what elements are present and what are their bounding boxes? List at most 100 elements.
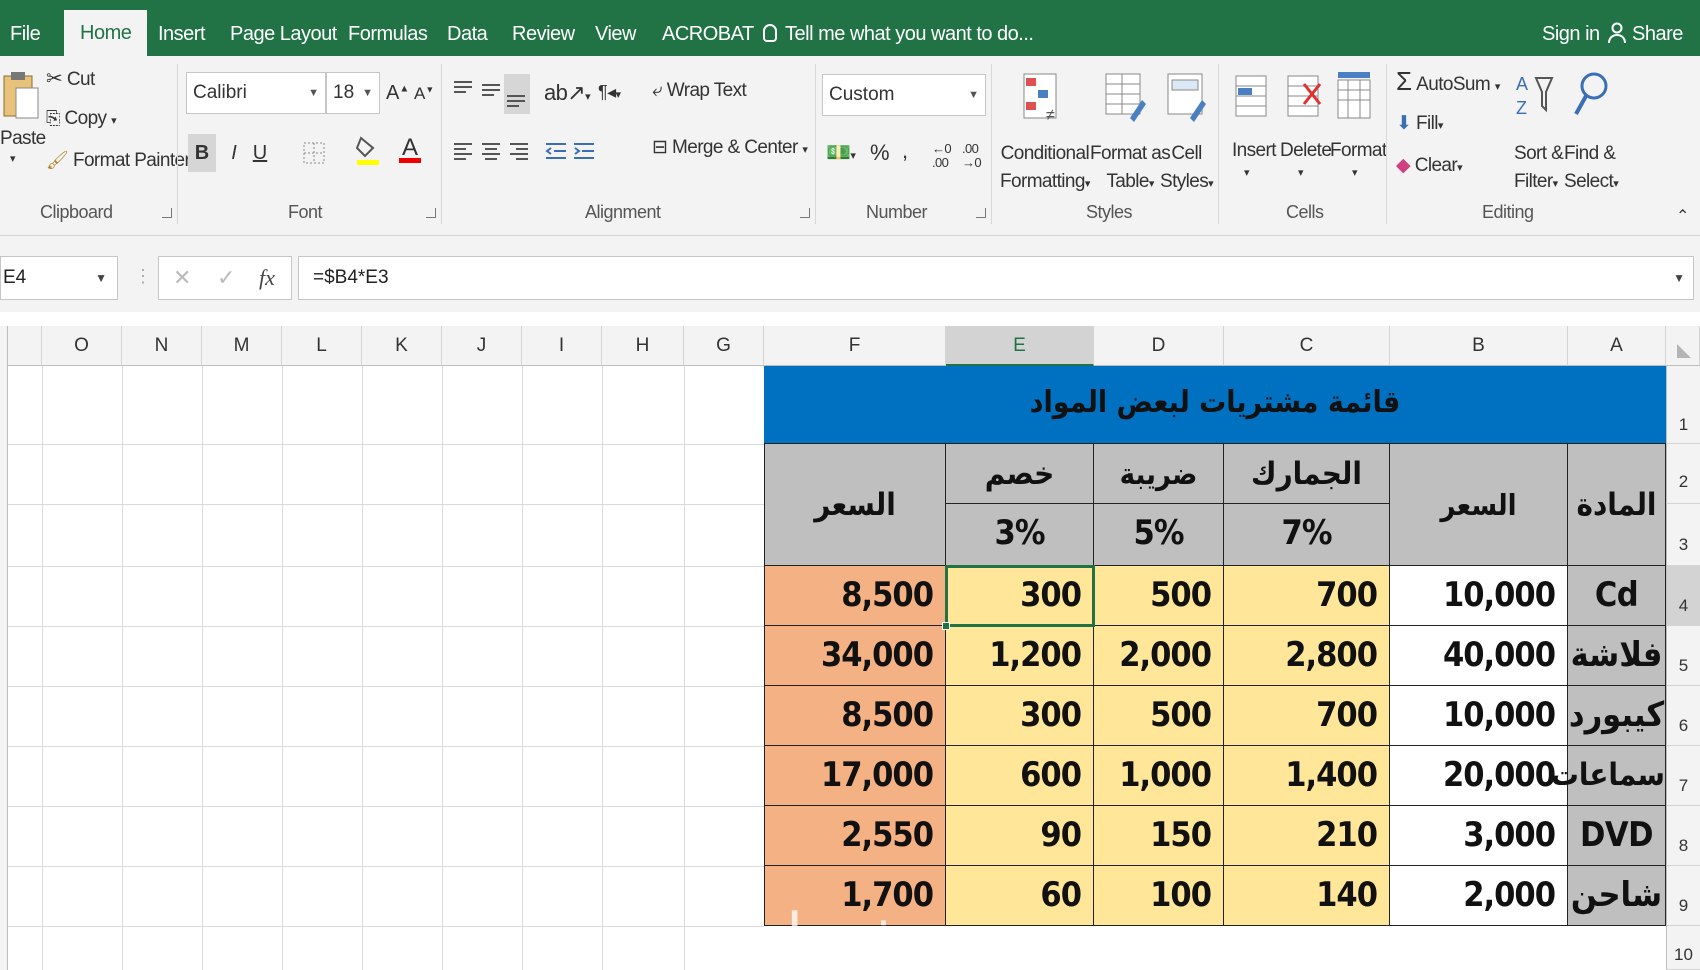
sheet-title-cell[interactable]: قائمة مشتريات لبعض المواد <box>764 366 1666 444</box>
dialog-launcher-icon[interactable] <box>800 208 810 218</box>
cancel-icon[interactable]: ✕ <box>173 265 191 291</box>
cut-button[interactable]: ✂ Cut <box>46 66 95 91</box>
increase-indent-icon[interactable] <box>572 140 596 167</box>
column-header-H[interactable]: H <box>602 326 684 366</box>
sales-tax-cell[interactable]: 150 <box>1094 806 1224 866</box>
item-name-cell[interactable]: DVD <box>1568 806 1666 866</box>
merge-center-button[interactable]: ⊟ Merge & Center ▾ <box>652 136 808 159</box>
unit-price-cell[interactable]: 10,000 <box>1390 566 1568 626</box>
unit-price-header[interactable]: السعر الإفرادي <box>1390 444 1568 644</box>
paste-button[interactable] <box>0 70 40 126</box>
find-select-button[interactable]: Find & Select▾ <box>1564 140 1619 198</box>
cell-styles-button[interactable]: Cell Styles▾ <box>1160 140 1214 198</box>
unit-price-cell[interactable]: 10,000 <box>1390 686 1568 746</box>
customs-cell[interactable]: 2,800 <box>1224 626 1390 686</box>
tab-page-layout[interactable]: Page Layout <box>230 14 337 56</box>
customs-cell[interactable]: 210 <box>1224 806 1390 866</box>
format-cells-icon[interactable] <box>1334 70 1374 129</box>
row-header-2[interactable]: 2 <box>1666 444 1700 504</box>
discount-cell[interactable]: 1,200 <box>946 626 1094 686</box>
sales-tax-header[interactable]: ضريبة مبيع <box>1094 444 1224 551</box>
comma-style-button[interactable]: , <box>902 138 908 164</box>
sales-tax-cell[interactable]: 2,000 <box>1094 626 1224 686</box>
sales-tax-rate-cell[interactable]: 5% <box>1094 504 1224 566</box>
tab-file[interactable]: File <box>10 14 41 56</box>
decrease-indent-icon[interactable] <box>544 140 568 167</box>
item-name-cell[interactable]: فلاشة <box>1568 626 1666 686</box>
item-name-cell[interactable]: شاحن <box>1568 866 1666 926</box>
fill-handle[interactable] <box>942 622 950 630</box>
final-price-cell[interactable]: 2,550 <box>764 806 946 866</box>
clear-button[interactable]: ◆ Clear▾ <box>1396 154 1463 177</box>
column-header-M[interactable]: M <box>202 326 282 366</box>
insert-cells-icon[interactable] <box>1232 70 1272 129</box>
row-header-1[interactable]: 1 <box>1666 366 1700 444</box>
customs-cell[interactable]: 700 <box>1224 566 1390 626</box>
unit-price-cell[interactable]: 2,000 <box>1390 866 1568 926</box>
customs-header[interactable]: الجمارك <box>1224 444 1390 504</box>
fill-button[interactable]: ⬇ Fill▾ <box>1396 112 1443 135</box>
column-header-N[interactable]: N <box>122 326 202 366</box>
customs-cell[interactable]: 1,400 <box>1224 746 1390 806</box>
tell-me-search[interactable]: Tell me what you want to do... <box>763 14 1034 54</box>
enter-icon[interactable]: ✓ <box>217 265 235 291</box>
middle-align-icon[interactable] <box>480 78 502 105</box>
borders-icon[interactable] <box>298 134 330 172</box>
orientation-icon[interactable]: ab↗▾ <box>544 80 591 106</box>
column-header-B[interactable]: B <box>1390 326 1568 366</box>
column-header-F[interactable]: F <box>764 326 946 366</box>
row-header-5[interactable]: 5 <box>1666 626 1700 686</box>
final-price-cell[interactable]: 8,500 <box>764 566 946 626</box>
tab-insert[interactable]: Insert <box>158 14 206 56</box>
dialog-launcher-icon[interactable] <box>162 208 172 218</box>
chevron-down-icon[interactable]: ▾ <box>10 152 16 165</box>
find-select-icon[interactable] <box>1572 70 1612 129</box>
format-as-table-button[interactable]: Format as Table▾ <box>1090 140 1171 198</box>
row-header-8[interactable]: 8 <box>1666 806 1700 866</box>
decrease-font-icon[interactable]: A▼ <box>414 84 434 104</box>
tab-review[interactable]: Review <box>512 14 575 56</box>
expand-formula-icon[interactable]: ▼ <box>1673 257 1685 299</box>
row-header-6[interactable]: 6 <box>1666 686 1700 746</box>
wrap-text-button[interactable]: ⤶ Wrap Text <box>652 80 747 102</box>
sales-tax-cell[interactable]: 1,000 <box>1094 746 1224 806</box>
item-name-cell[interactable]: Cd <box>1568 566 1666 626</box>
customs-rate-cell[interactable]: 7% <box>1224 504 1390 566</box>
item-name-cell[interactable]: كيبورد <box>1568 686 1666 746</box>
unit-price-cell[interactable]: 3,000 <box>1390 806 1568 866</box>
sort-filter-button[interactable]: Sort & Filter▾ <box>1514 140 1564 198</box>
font-size-select[interactable]: 18 ▼ <box>326 72 380 114</box>
sales-tax-cell[interactable]: 100 <box>1094 866 1224 926</box>
select-all-corner[interactable] <box>1666 326 1700 366</box>
top-align-icon[interactable] <box>452 78 474 105</box>
share-button[interactable]: Share <box>1608 14 1683 54</box>
tab-data[interactable]: Data <box>447 14 488 56</box>
format-cells-button[interactable]: Format <box>1330 140 1387 162</box>
discount-cell[interactable]: 300 <box>946 566 1094 626</box>
collapse-ribbon-icon[interactable]: ⌃ <box>1676 206 1689 226</box>
increase-decimal-icon[interactable]: ←0.00 <box>932 142 952 170</box>
align-left-icon[interactable] <box>452 140 474 167</box>
accounting-format-icon[interactable]: 💵▾ <box>826 140 856 165</box>
delete-cells-icon[interactable] <box>1284 70 1324 129</box>
worksheet-grid[interactable]: O N M L K J I H G F E D C B A 1 2 3 4 5 … <box>0 326 1700 970</box>
tab-formulas[interactable]: Formulas <box>348 14 428 56</box>
percent-style-button[interactable]: % <box>870 140 890 166</box>
format-as-table-icon[interactable] <box>1102 70 1146 129</box>
sign-in-link[interactable]: Sign in <box>1542 14 1600 54</box>
dialog-launcher-icon[interactable] <box>976 208 986 218</box>
item-header[interactable]: المادة <box>1568 444 1666 566</box>
fill-color-icon[interactable] <box>352 134 384 174</box>
row-header-9[interactable]: 9 <box>1666 866 1700 926</box>
sales-tax-cell[interactable]: 500 <box>1094 686 1224 746</box>
align-center-icon[interactable] <box>480 140 502 167</box>
customs-cell[interactable]: 140 <box>1224 866 1390 926</box>
copy-button[interactable]: ⎘ Copy ▾ <box>46 108 117 130</box>
discount-cell[interactable]: 300 <box>946 686 1094 746</box>
customs-cell[interactable]: 700 <box>1224 686 1390 746</box>
item-name-cell[interactable]: سماعات <box>1551 746 1666 806</box>
final-price-cell[interactable]: 34,000 <box>764 626 946 686</box>
number-format-select[interactable]: Custom ▼ <box>822 74 986 116</box>
column-header-L[interactable]: L <box>282 326 362 366</box>
underline-button[interactable]: U <box>248 134 272 172</box>
